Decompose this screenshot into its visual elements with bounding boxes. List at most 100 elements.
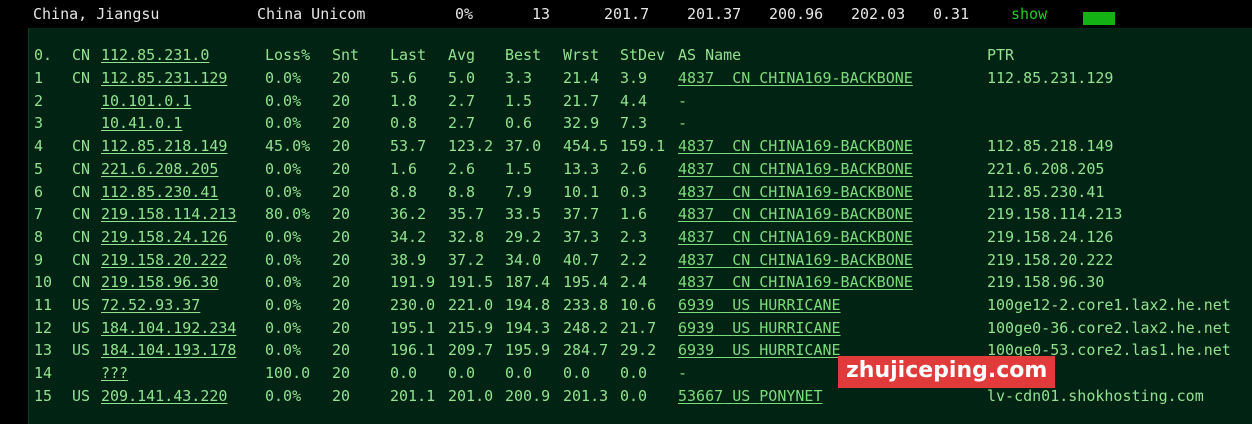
loss-value: 0.0% <box>265 114 302 133</box>
worst-value: 454.5 <box>563 137 609 156</box>
hop-host-link[interactable]: 209.141.43.220 <box>101 385 227 408</box>
best-value: 0.0 <box>505 364 533 383</box>
as-info: 4837 CN CHINA169-BACKBONE <box>678 158 913 181</box>
col-best: Best <box>505 46 542 64</box>
hop-number: 13 <box>34 341 53 360</box>
country-code: US <box>72 386 91 405</box>
worst-value: 284.7 <box>563 341 609 360</box>
show-link[interactable]: show <box>1011 3 1047 26</box>
country-code: US <box>72 341 91 360</box>
loss-value: 45.0% <box>265 137 311 156</box>
as-country: CN <box>732 250 751 269</box>
as-spacer <box>750 137 759 155</box>
best-value: 34.0 <box>505 250 542 269</box>
asn-link[interactable]: 4837 <box>678 183 714 201</box>
hop-host-link[interactable]: 219.158.114.213 <box>101 203 236 226</box>
last-value: 1.6 <box>390 159 418 178</box>
hop-host-link[interactable]: ??? <box>101 362 128 385</box>
hop-number: 14 <box>34 364 53 383</box>
loss-value: 0.0% <box>265 227 302 246</box>
as-spacer <box>714 137 732 155</box>
avg-summary: 201.37 <box>687 5 742 23</box>
table-row: 9 CN 219.158.20.222 0.0% 20 38.9 37.2 34.0 40.7 2… <box>29 249 1252 272</box>
hop-host-link[interactable]: 219.158.96.30 <box>101 271 218 294</box>
hop-number: 15 <box>34 386 53 405</box>
asn-link[interactable]: 6939 <box>678 296 714 314</box>
hop-number: 8 <box>34 227 44 246</box>
hop-host-link[interactable]: 184.104.193.178 <box>101 339 236 362</box>
hop-host-link[interactable]: 112.85.230.41 <box>101 181 218 204</box>
stdev-value: 2.3 <box>620 227 648 246</box>
best-value: 3.3 <box>505 69 533 87</box>
hop-host-link[interactable]: 10.101.0.1 <box>101 90 191 113</box>
country-code: CN <box>72 273 91 292</box>
stdev-summary: 0.31 <box>933 5 970 23</box>
as-name: CHINA169-BACKBONE <box>759 250 913 269</box>
hop-host-link[interactable]: 221.6.208.205 <box>101 158 218 181</box>
col-asname: AS Name <box>678 46 742 64</box>
hop-number: 12 <box>34 318 53 337</box>
hop-number: 4 <box>34 137 44 156</box>
watermark-logo: zhujiceping.com <box>838 356 1056 388</box>
country-code: US <box>72 318 91 337</box>
ptr-value: 219.158.114.213 <box>987 205 1123 224</box>
as-name: HURRICANE <box>759 341 841 360</box>
hop-host-link[interactable]: 184.104.192.234 <box>101 317 236 340</box>
table-row: 13 US 184.104.193.178 0.0% 20 196.1 209.7 195.9… <box>29 339 1252 362</box>
col-hop: 0. <box>34 46 53 64</box>
hop-number: 5 <box>34 159 44 178</box>
last-value: 196.1 <box>390 341 436 360</box>
as-spacer <box>714 183 732 201</box>
last-value: 36.2 <box>390 205 427 224</box>
ptr-value: 219.158.96.30 <box>987 273 1105 292</box>
avg-value: 201.0 <box>448 386 494 405</box>
avg-value: 0.0 <box>448 364 476 383</box>
hop-host-link[interactable]: 112.85.231.129 <box>101 67 227 90</box>
sent-value: 20 <box>332 296 351 314</box>
as-country: US <box>732 296 751 314</box>
last-value: 8.8 <box>390 182 418 201</box>
asn-link[interactable]: 4837 <box>678 160 714 178</box>
hop-host-link[interactable]: 112.85.218.149 <box>101 135 227 158</box>
as-info: 4837 CN CHINA169-BACKBONE <box>678 271 913 294</box>
sent-value: 20 <box>332 159 351 178</box>
loss-value: 0.0% <box>265 250 302 269</box>
asn-link[interactable]: 6939 <box>678 341 714 359</box>
hop-host-link[interactable]: 72.52.93.37 <box>101 294 200 317</box>
sent-value: 20 <box>332 386 351 405</box>
as-info: - <box>678 112 687 135</box>
asn-link[interactable]: 4837 <box>678 273 714 291</box>
avg-value: 2.7 <box>448 114 476 133</box>
country-code: CN <box>72 182 91 201</box>
avg-value: 123.2 <box>448 137 494 156</box>
as-country: CN <box>732 227 751 246</box>
loss-value: 0.0% <box>265 182 302 201</box>
ptr-value: 219.158.20.222 <box>987 250 1114 269</box>
loss-value: 80.0% <box>265 205 311 224</box>
as-name: CHINA169-BACKBONE <box>759 273 913 292</box>
as-info: 4837 CN CHINA169-BACKBONE <box>678 181 913 204</box>
worst-value: 10.1 <box>563 182 600 201</box>
asn-link[interactable]: 4837 <box>678 251 714 269</box>
last-value: 0.8 <box>390 114 418 133</box>
hop-host-link[interactable]: 219.158.24.126 <box>101 226 227 249</box>
hop-host-link[interactable]: 10.41.0.1 <box>101 112 182 135</box>
asn-link[interactable]: 4837 <box>678 205 714 223</box>
asn-link[interactable]: 6939 <box>678 319 714 337</box>
col-wrst: Wrst <box>563 46 600 64</box>
asn-link[interactable]: 4837 <box>678 137 714 155</box>
hop-host-link[interactable]: 219.158.20.222 <box>101 249 227 272</box>
ptr-value: 112.85.231.129 <box>987 69 1114 87</box>
asn-link[interactable]: 53667 <box>678 387 723 405</box>
col-host[interactable]: 112.85.231.0 <box>101 44 209 67</box>
as-country: CN <box>732 159 751 178</box>
loss-value: 0.0% <box>265 159 302 178</box>
loss-value: 0.0% <box>265 91 302 110</box>
as-spacer <box>714 319 732 337</box>
as-spacer <box>714 205 732 223</box>
asn-link[interactable]: 4837 <box>678 228 714 246</box>
loss-summary: 0% <box>455 5 474 23</box>
asn-link[interactable]: 4837 <box>678 69 714 87</box>
hop-number: 7 <box>34 205 44 224</box>
asn-link: - <box>678 114 688 133</box>
